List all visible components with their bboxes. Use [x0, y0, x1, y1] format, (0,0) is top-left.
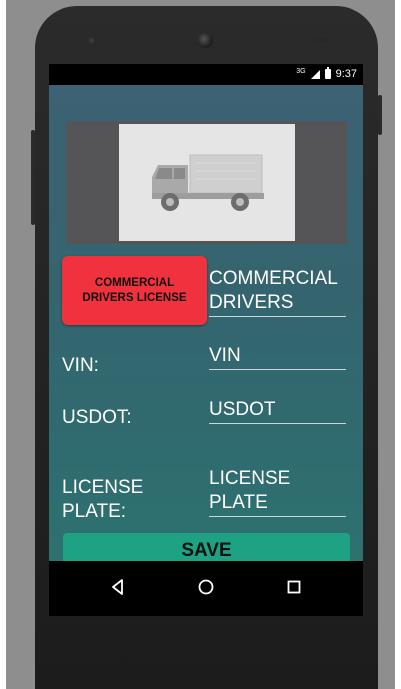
recents-icon[interactable] [282, 575, 306, 599]
vehicle-image-frame[interactable] [66, 121, 347, 244]
status-icons: 3G 9:37 [296, 67, 357, 81]
home-icon[interactable] [194, 575, 218, 599]
back-icon[interactable] [106, 575, 130, 599]
truck-icon [152, 154, 264, 211]
license-plate-field[interactable]: LICENSE PLATE [209, 467, 346, 517]
status-bar: 3G 9:37 [49, 64, 363, 85]
network-type: 3G [296, 67, 306, 75]
license-type-field[interactable]: COMMERCIAL DRIVERS [209, 267, 346, 317]
signal-icon [310, 69, 320, 79]
sensor-dot [89, 38, 94, 43]
power-button [378, 95, 382, 135]
license-plate-label: LICENSE PLATE: [62, 477, 144, 522]
vehicle-image [119, 124, 295, 241]
phone-screen: 3G 9:37 COMMERCIAL DRIVERS LICENSE COMME… [49, 64, 363, 616]
usdot-label: USDOT: [62, 407, 132, 428]
speaker-grille [314, 38, 330, 42]
save-button[interactable]: SAVE [63, 533, 350, 561]
status-time: 9:37 [335, 68, 357, 80]
battery-icon [324, 67, 331, 79]
app-content: COMMERCIAL DRIVERS LICENSE COMMERCIAL DR… [49, 85, 363, 561]
navigation-bar [49, 561, 363, 616]
vin-label: VIN: [62, 355, 99, 376]
commercial-license-button[interactable]: COMMERCIAL DRIVERS LICENSE [62, 256, 207, 325]
front-camera [198, 33, 213, 48]
vin-field[interactable]: VIN [209, 344, 346, 370]
usdot-field[interactable]: USDOT [209, 398, 346, 424]
